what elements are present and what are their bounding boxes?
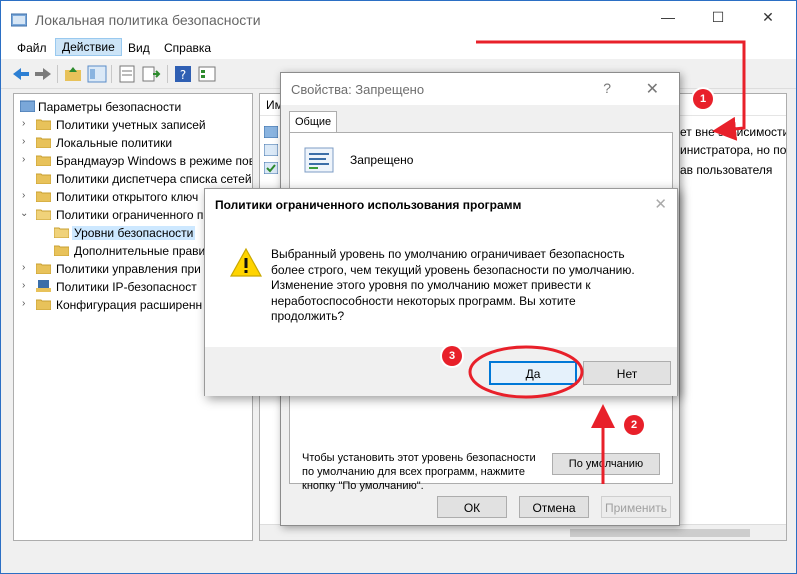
security-level-name: Запрещено (350, 153, 414, 167)
chevron-right-icon[interactable]: › (22, 280, 32, 291)
window-title: Локальная политика безопасности (35, 12, 261, 28)
yes-button[interactable]: Да (489, 361, 577, 385)
security-policy-icon (11, 13, 27, 27)
folder-icon (36, 173, 51, 184)
warning-icon (229, 247, 263, 277)
horizontal-scrollbar[interactable] (260, 524, 786, 540)
chevron-right-icon[interactable]: › (22, 136, 32, 147)
tab-general[interactable]: Общие (289, 111, 337, 133)
security-level-default-icon[interactable] (264, 162, 278, 174)
up-folder-icon[interactable] (63, 65, 83, 83)
default-description: Чтобы установить этот уровень безопаснос… (302, 452, 536, 492)
confirm-dialog-footer: Да Нет (205, 347, 677, 396)
properties-title-bar: Свойства: Запрещено ? ✕ (281, 73, 679, 105)
security-level-icon[interactable] (264, 126, 278, 138)
minimize-icon: — (661, 9, 675, 25)
folder-icon (36, 191, 51, 202)
menu-help[interactable]: Справка (158, 40, 217, 58)
title-bar: Локальная политика безопасности — ☐ ✕ (1, 1, 796, 37)
set-default-button[interactable]: По умолчанию (552, 453, 660, 475)
security-settings-icon (20, 100, 35, 112)
folder-open-icon (36, 209, 51, 220)
chevron-right-icon[interactable]: › (22, 298, 32, 309)
close-button[interactable]: ✕ (745, 9, 791, 33)
annotation-badge-1: 1 (693, 89, 713, 109)
toolbar-separator (167, 65, 168, 83)
console-view-icon[interactable] (197, 65, 217, 83)
folder-open-icon (54, 227, 69, 238)
security-level-icon[interactable] (264, 144, 278, 156)
help-icon[interactable]: ? (603, 80, 611, 96)
chevron-right-icon[interactable]: › (22, 118, 32, 129)
close-icon: ✕ (762, 9, 774, 25)
forward-arrow-icon[interactable] (33, 65, 53, 83)
folder-icon (36, 119, 51, 130)
cancel-button[interactable]: Отмена (519, 496, 589, 518)
folder-icon (36, 155, 51, 166)
no-button[interactable]: Нет (583, 361, 671, 385)
minimize-button[interactable]: — (645, 9, 691, 33)
chevron-right-icon[interactable]: › (22, 154, 32, 165)
confirm-dialog: Политики ограниченного использования про… (204, 188, 678, 396)
export-list-icon[interactable] (141, 65, 161, 83)
menu-view[interactable]: Вид (122, 40, 156, 58)
apply-button[interactable]: Применить (601, 496, 671, 518)
annotation-badge-3: 3 (442, 346, 462, 366)
confirm-dialog-title: Политики ограниченного использования про… (215, 198, 522, 212)
properties-icon[interactable] (117, 65, 137, 83)
chevron-right-icon[interactable]: › (22, 190, 32, 201)
folder-icon (36, 137, 51, 148)
close-icon[interactable]: ✕ (654, 195, 667, 213)
folder-icon (36, 299, 51, 310)
ok-button[interactable]: ОК (437, 496, 507, 518)
chevron-right-icon[interactable]: › (22, 262, 32, 273)
back-arrow-icon[interactable] (11, 65, 31, 83)
folder-icon (54, 245, 69, 256)
annotation-badge-2: 2 (624, 415, 644, 435)
maximize-button[interactable]: ☐ (695, 9, 741, 33)
scrollbar-thumb[interactable] (570, 529, 750, 537)
chevron-down-icon[interactable]: ⌄ (20, 208, 30, 219)
security-level-icon (304, 147, 334, 173)
help-icon[interactable]: ? (173, 65, 193, 83)
maximize-icon: ☐ (711, 9, 725, 25)
confirm-message: Выбранный уровень по умолчанию ограничив… (271, 247, 635, 323)
menu-file[interactable]: Файл (11, 40, 53, 58)
folder-icon (36, 263, 51, 274)
ip-security-icon (36, 280, 51, 292)
menu-bar: Файл Действие Вид Справка (1, 37, 796, 59)
close-icon[interactable]: ✕ (646, 79, 659, 99)
toolbar-separator (111, 65, 112, 83)
show-tree-icon[interactable] (87, 65, 107, 83)
menu-action[interactable]: Действие (55, 38, 122, 56)
svg-text:?: ? (180, 68, 186, 82)
toolbar-separator (57, 65, 58, 83)
